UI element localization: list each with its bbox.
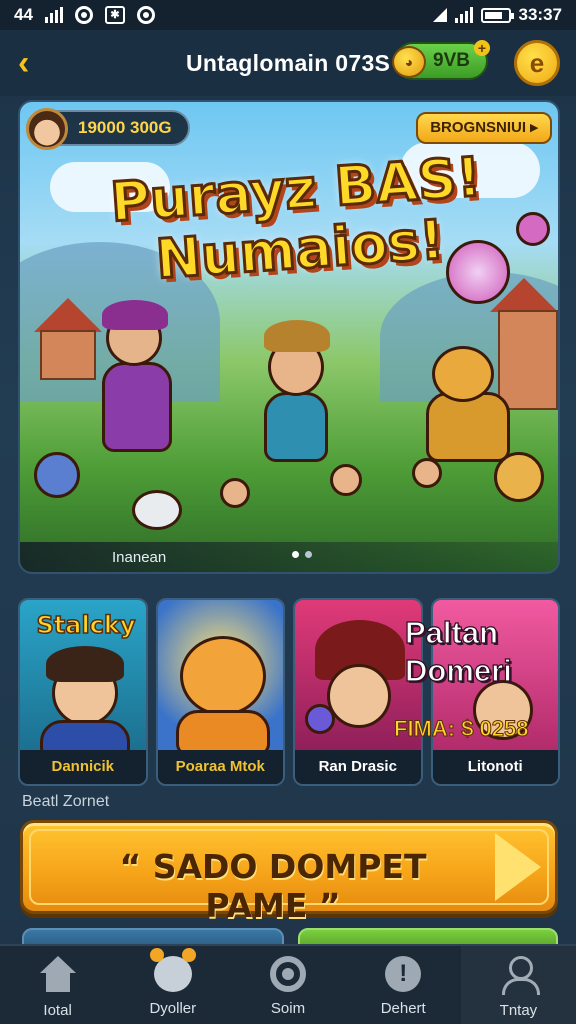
game-card-2[interactable]: Poaraa Mtok [155, 598, 285, 786]
profile-coin-button[interactable]: e [514, 40, 560, 86]
back-button[interactable]: ‹ [18, 43, 54, 83]
shield-item [34, 452, 80, 498]
character-blue [264, 392, 328, 462]
clock: 33:37 [518, 5, 562, 24]
card-label: Poaraa Mtok [157, 750, 283, 784]
promo-title-line2: Domeri [404, 652, 512, 688]
nav-item-alerts[interactable]: ! Dehert [346, 946, 461, 1024]
app-notification-icon: ✱ [104, 6, 125, 24]
game-card-3[interactable]: Ran Drasic [293, 598, 423, 786]
carousel-dot-active[interactable] [292, 551, 299, 558]
profile-icon [498, 956, 541, 995]
house-decoration [498, 310, 558, 410]
promo-card-title: Paltan Domeri [404, 614, 555, 690]
hero-title: Purayz BAS! Numaios! [104, 144, 491, 293]
cat-character [132, 490, 182, 530]
character-face [432, 346, 494, 402]
wifi-icon [432, 8, 447, 22]
card-art [157, 600, 283, 756]
signal-icon [44, 7, 63, 23]
status-bar: 44 ✱ 33:37 [0, 0, 576, 30]
record-icon [74, 6, 93, 24]
home-icon [38, 956, 78, 994]
card-label: Dannicik [20, 750, 146, 784]
cell-signal-icon [454, 7, 473, 23]
character-gold [426, 392, 510, 462]
battery-icon [480, 7, 514, 23]
card-label: Litonoti [432, 750, 558, 784]
small-character [330, 464, 362, 496]
bottom-nav: Iotal Dyoller Soim ! Dehert Tntay [0, 944, 576, 1024]
nav-item-home[interactable]: Iotal [0, 946, 115, 1024]
hero-caption: Inanean [112, 549, 167, 566]
nav-label: Iotal [43, 1002, 72, 1019]
girl-character [327, 664, 391, 728]
page-title: Untaglomain 073S [186, 50, 391, 76]
balance-pill: 19000 300G [26, 108, 190, 150]
house-decoration [40, 330, 96, 380]
character-crown [264, 320, 330, 352]
cta-label: “ SADO DOMPET PAME ” [119, 847, 427, 925]
avatar [26, 108, 68, 150]
sync-icon [136, 6, 155, 24]
status-left-text: 44 [14, 5, 33, 24]
nav-item-profile[interactable]: Tntay [460, 946, 576, 1024]
coin-e-icon: e [529, 48, 545, 78]
small-character [412, 458, 442, 488]
nav-item-friends[interactable]: Dyoller [115, 946, 230, 1024]
hero-caption-bar [20, 542, 558, 572]
cta-button[interactable]: “ SADO DOMPET PAME ” [20, 820, 558, 925]
promo-button-label: BROGNSNIUI [430, 119, 527, 136]
character-hat [102, 300, 168, 330]
game-card-1[interactable]: Stalcky Dannicik [18, 598, 148, 786]
nav-item-settings[interactable]: Soim [230, 946, 345, 1024]
nav-label: Dehert [380, 1000, 426, 1017]
app-header: ‹ Untaglomain 073S ◕ 9VB + e [0, 30, 576, 96]
chevron-left-icon: ‹ [18, 44, 30, 82]
settings-icon [270, 956, 306, 992]
nav-label: Tntay [499, 1002, 538, 1019]
small-character [220, 478, 250, 508]
character-hair [46, 646, 124, 682]
balance-value: 19000 300G [78, 118, 172, 137]
character-purple [102, 362, 172, 452]
card-label: Ran Drasic [295, 750, 421, 784]
add-currency-icon[interactable]: + [474, 40, 490, 56]
arrow-right-icon: ▸ [530, 119, 538, 136]
hero-banner[interactable]: 19000 300G BROGNSNIUI ▸ Purayz BAS! Numa… [18, 100, 560, 574]
nav-label: Dyoller [149, 1000, 197, 1017]
friends-icon [149, 948, 196, 992]
magic-orb [305, 704, 335, 734]
arrow-right-icon [495, 833, 541, 901]
alert-icon: ! [385, 956, 422, 992]
currency-value: 9VB [433, 50, 470, 71]
small-character [494, 452, 544, 502]
carousel-dot[interactable] [305, 551, 312, 558]
promo-button[interactable]: BROGNSNIUI ▸ [416, 112, 552, 144]
carousel-dots[interactable] [292, 551, 312, 558]
character-coin-icon: ◕ [392, 46, 426, 78]
promo-price: FIMA: $ 0258 [394, 716, 530, 742]
candy-item [516, 212, 550, 246]
card-overlay-title: Stalcky [36, 610, 137, 640]
section-label: Beatl Zornet [22, 793, 110, 810]
promo-title-line1: Paltan [404, 614, 499, 650]
fox-character [179, 636, 266, 716]
house-roof [34, 298, 102, 332]
nav-label: Soim [270, 1000, 306, 1017]
currency-pill[interactable]: ◕ 9VB + [392, 40, 490, 80]
